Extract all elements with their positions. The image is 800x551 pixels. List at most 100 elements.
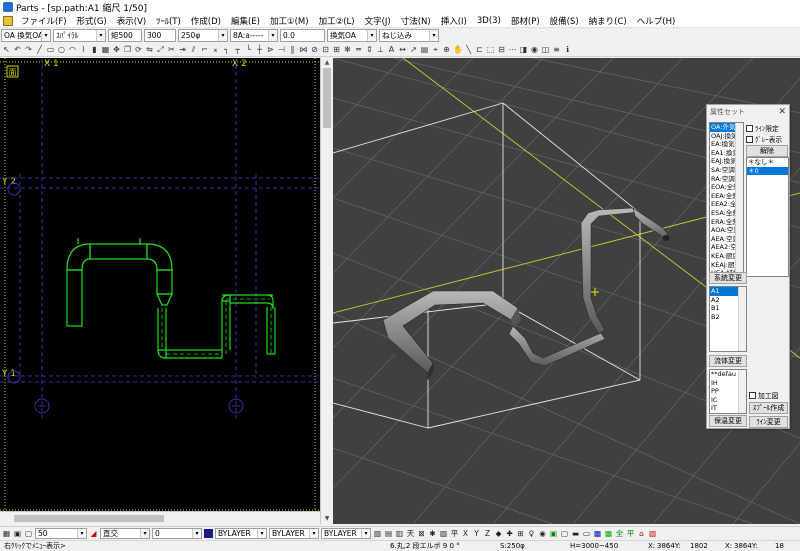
flat2-icon[interactable]: 平	[626, 529, 635, 538]
shade-icon[interactable]: ◨	[519, 45, 528, 55]
layer-select[interactable]: 0 ▾	[152, 527, 202, 539]
menu-parts[interactable]: 部材(P)	[506, 15, 545, 27]
corner-icon[interactable]: ┐	[222, 45, 231, 55]
frame-icon[interactable]: ▢	[560, 529, 569, 538]
extend-icon[interactable]: ⇥	[178, 45, 187, 55]
cut-icon[interactable]: ⊟	[497, 45, 506, 55]
drop-icon[interactable]: ✚	[505, 529, 514, 538]
bracket-icon[interactable]: ⊏	[475, 45, 484, 55]
damper-icon[interactable]: ⊘	[310, 45, 319, 55]
green-rect-icon[interactable]: ▩	[604, 529, 613, 538]
pan-icon[interactable]: ✋	[453, 45, 463, 55]
menu-insert[interactable]: 挿入(I)	[436, 15, 472, 27]
close-icon[interactable]: ✕	[778, 105, 786, 119]
layer-all-icon[interactable]: ▣	[13, 529, 22, 538]
tee-icon[interactable]: ┬	[233, 45, 242, 55]
flat-icon[interactable]: 平	[450, 529, 459, 538]
copy-icon[interactable]: ❐	[123, 45, 132, 55]
wire-icon[interactable]: ⋯	[508, 45, 517, 55]
person-icon[interactable]: ♀	[527, 529, 536, 538]
trim-icon[interactable]: ✂	[167, 45, 176, 55]
symbol-icon[interactable]: ⊠	[417, 529, 426, 538]
star-icon[interactable]: ✱	[428, 529, 437, 538]
dim-label-field[interactable]: 矩500	[108, 29, 142, 42]
offset-field[interactable]: 0.0	[280, 29, 325, 42]
green-icon[interactable]: ▣	[549, 529, 558, 538]
scale-icon[interactable]: ⤢	[156, 45, 165, 55]
elbow-icon[interactable]: └	[244, 45, 253, 55]
line-change-button[interactable]: ﾗｲﾝ変更	[749, 416, 788, 428]
setting-list[interactable]: ＊なし＊ ＊0	[746, 157, 789, 277]
line-list[interactable]: A1 A2 B1 B2	[709, 286, 747, 352]
property-icon[interactable]: ℹ	[563, 45, 572, 55]
spec-select[interactable]: 8A:a----- ▾	[230, 29, 278, 42]
reducer-icon[interactable]: ⊳	[266, 45, 275, 55]
rect-icon[interactable]: ▭	[46, 45, 55, 55]
slash-icon[interactable]: ╲	[464, 45, 473, 55]
door-icon[interactable]: ▬	[571, 529, 580, 538]
use-select[interactable]: 換気OA ▾	[327, 29, 377, 42]
rotate-icon[interactable]: ⟳	[134, 45, 143, 55]
blue-icon[interactable]: ▩	[593, 529, 602, 538]
leader-icon[interactable]: ↗	[409, 45, 418, 55]
diffuser-icon[interactable]: ⊞	[332, 45, 341, 55]
system-list[interactable]: OA:外気 OAJ:換気 EA:換気 EA1:換気 EAJ:換気 SA:空調 RA:空調 EO…	[709, 122, 744, 277]
layer-box-icon[interactable]: ▢	[24, 529, 33, 538]
break-icon[interactable]: ⌅	[211, 45, 220, 55]
view-icon[interactable]: ◫	[541, 45, 550, 55]
list-scrollbar[interactable]	[738, 370, 746, 413]
processed-drawing-checkbox[interactable]: 加工図	[749, 390, 778, 400]
scroll-thumb[interactable]	[323, 68, 331, 128]
list-scrollbar[interactable]	[738, 287, 746, 351]
image-icon[interactable]: ▨	[373, 529, 382, 538]
paint-icon[interactable]: ◆	[494, 529, 503, 538]
measure-icon[interactable]: ⌖	[431, 45, 440, 55]
layer-grid-icon[interactable]: ▦	[2, 529, 11, 538]
cross-icon[interactable]: ┼	[255, 45, 264, 55]
insulation-list[interactable]: **defau IH PP IC IT	[709, 369, 747, 414]
table-icon[interactable]: ▥	[395, 529, 404, 538]
layer-icon[interactable]: ≡	[552, 45, 561, 55]
z-icon[interactable]: Z	[483, 529, 492, 538]
eye-icon[interactable]: ◉	[538, 529, 547, 538]
mode-select[interactable]: 直交 ▾	[100, 527, 150, 539]
scale-select[interactable]: 50 ▾	[35, 527, 87, 539]
line-limit-checkbox[interactable]: ﾗｲﾝ限定	[746, 123, 779, 133]
red-icon[interactable]: ▧	[648, 529, 657, 538]
x-icon[interactable]: X	[461, 529, 470, 538]
circle-icon[interactable]: ○	[57, 45, 66, 55]
menu-dimension[interactable]: 寸法(N)	[396, 15, 436, 27]
render-icon[interactable]: ◉	[530, 45, 539, 55]
setting-list-item[interactable]: ＊0	[747, 166, 788, 176]
sky-icon[interactable]: 天	[406, 529, 415, 538]
text-icon[interactable]: A	[387, 45, 396, 55]
fan-icon[interactable]: ✻	[343, 45, 352, 55]
zoom-icon[interactable]: ⊕	[442, 45, 451, 55]
linewidth-select[interactable]: BYLAYER ▾	[321, 527, 371, 539]
arc-icon[interactable]: ◠	[68, 45, 77, 55]
plan-horizontal-scrollbar[interactable]	[0, 511, 320, 524]
document-icon[interactable]	[3, 15, 13, 26]
menu-equipment[interactable]: 設備(S)	[545, 15, 584, 27]
pipe-icon[interactable]: ═	[354, 45, 363, 55]
mirror-icon[interactable]: ⇋	[145, 45, 154, 55]
setting-list-item[interactable]: ＊なし＊	[747, 158, 788, 167]
window-icon[interactable]: ▭	[582, 529, 591, 538]
system-select[interactable]: OA 換気OA ▾	[1, 29, 51, 42]
menu-format[interactable]: 形式(G)	[72, 15, 112, 27]
menu-fit[interactable]: 納まり(C)	[584, 15, 632, 27]
menu-3d[interactable]: 3D(3)	[472, 16, 506, 26]
insulation-change-button[interactable]: 保温変更	[709, 415, 747, 427]
scroll-thumb[interactable]	[14, 515, 164, 522]
menu-edit[interactable]: 編集(E)	[226, 15, 265, 27]
list-scrollbar[interactable]	[735, 123, 743, 276]
align-icon[interactable]: ⊞	[516, 529, 525, 538]
type-select[interactable]: ｽﾊﾟｲﾗﾙ ▾	[53, 29, 106, 42]
outlet-icon[interactable]: ⊡	[321, 45, 330, 55]
dimension-icon[interactable]: ↔	[398, 45, 407, 55]
spool-create-button[interactable]: ｽﾌﾟｰﾙ作成	[749, 402, 788, 414]
menu-process1[interactable]: 加工①(M)	[265, 15, 314, 27]
riser-icon[interactable]: ⇕	[365, 45, 374, 55]
y-icon[interactable]: Y	[472, 529, 481, 538]
gray-display-checkbox[interactable]: ｸﾞﾚｰ表示	[746, 134, 782, 144]
